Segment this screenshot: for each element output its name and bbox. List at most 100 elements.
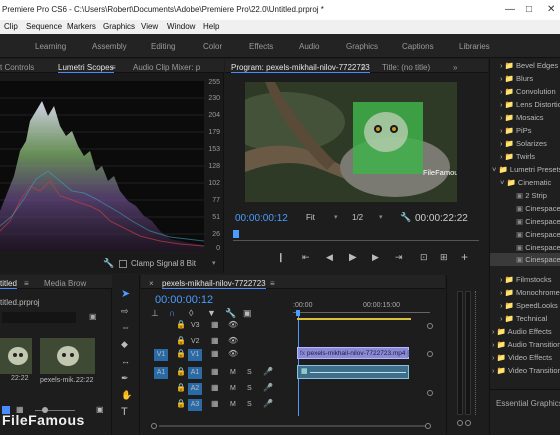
eye-icon[interactable]: 👁 <box>228 320 238 329</box>
tab-program[interactable]: Program: pexels-mikhail-nilov-7722723 <box>231 63 370 73</box>
microphone-icon[interactable]: 🎤 <box>263 367 273 376</box>
go-to-out-icon[interactable]: ⇥ <box>395 252 403 263</box>
tab-sequence[interactable]: pexels-mikhail-nilov-7722723 <box>162 279 266 289</box>
snap-icon[interactable]: ∩ <box>169 308 175 318</box>
bit-depth-select[interactable]: 8 Bit <box>180 259 196 268</box>
menu-icon[interactable]: ≡ <box>111 63 116 72</box>
menu-markers[interactable]: Markers <box>67 22 96 31</box>
lock-icon[interactable]: 🔒 <box>176 349 186 358</box>
track-select-tool-icon[interactable]: ⇨ <box>121 306 129 317</box>
sync-lock-icon[interactable]: ▦ <box>211 349 219 358</box>
settings-wrench-icon[interactable]: 🔧 <box>225 308 236 319</box>
effects-item[interactable]: › 📁 Mosaics <box>500 113 544 122</box>
video-clip[interactable]: fx pexels-mikhail-nilov-7722723.mp4 [V] <box>297 347 415 359</box>
selection-tool-icon[interactable]: ➤ <box>121 287 130 300</box>
source-patch-a1[interactable]: A1 <box>154 367 168 379</box>
effects-folder[interactable]: ˅ 📁 Lumetri Presets <box>492 165 560 174</box>
menu-help[interactable]: Help <box>203 22 219 31</box>
audio-clip[interactable]: ▦ <box>297 365 409 379</box>
add-marker-icon[interactable]: ▼ <box>207 308 216 318</box>
sync-lock-icon[interactable]: ▦ <box>211 336 219 345</box>
tab-media-browser[interactable]: Media Brow <box>44 279 86 288</box>
effects-item[interactable]: › 📁 Convolution <box>500 87 556 96</box>
sync-lock-icon[interactable]: ▦ <box>211 399 219 408</box>
program-scrubber[interactable] <box>233 235 479 241</box>
solo-button[interactable]: S <box>247 385 252 392</box>
work-area-bar[interactable] <box>297 318 411 320</box>
close-icon[interactable]: ✕ <box>547 4 555 15</box>
new-bin-icon[interactable]: ▣ <box>89 312 97 321</box>
timeline-scrollbar[interactable] <box>151 423 431 429</box>
workspace-effects[interactable]: Effects <box>249 42 273 51</box>
tab-lumetri-scopes[interactable]: Lumetri Scopes <box>58 63 114 73</box>
sequence-thumbnail[interactable] <box>40 338 95 374</box>
effects-item[interactable]: › 📁 Monochrome <box>500 288 560 297</box>
maximize-icon[interactable]: □ <box>526 4 532 15</box>
preset-item[interactable]: ▣ 2 Strip <box>516 191 547 200</box>
preset-item-selected[interactable]: ▣ Cinespace <box>516 255 560 264</box>
effects-item[interactable]: › 📁 SpeedLooks <box>500 301 558 310</box>
effects-folder[interactable]: ˅ 📁 Cinematic <box>500 178 551 187</box>
effects-item[interactable]: › 📁 Blurs <box>500 74 533 83</box>
clip-thumbnail[interactable] <box>0 338 32 374</box>
preset-item[interactable]: ▣ Cinespace <box>516 243 560 252</box>
overwrite-icon[interactable]: ⊞ <box>440 252 448 263</box>
menu-icon[interactable]: ≡ <box>24 279 29 288</box>
tab-more[interactable]: » <box>453 63 457 72</box>
lock-icon[interactable]: 🔒 <box>176 399 186 408</box>
track-target-a3[interactable]: A3 <box>188 399 202 411</box>
preset-item[interactable]: ▣ Cinespace <box>516 230 560 239</box>
effects-item[interactable]: › 📁 Lens Distortion <box>500 100 560 109</box>
wrench-icon[interactable]: 🔧 <box>400 212 411 223</box>
effects-item[interactable]: › 📁 Filmstocks <box>500 275 551 284</box>
close-icon[interactable]: × <box>149 279 154 288</box>
lock-icon[interactable]: 🔒 <box>176 367 186 376</box>
chevron-down-icon[interactable]: ▾ <box>379 213 383 221</box>
sync-lock-icon[interactable]: ▦ <box>211 367 219 376</box>
search-input[interactable] <box>2 312 76 323</box>
workspace-assembly[interactable]: Assembly <box>92 42 127 51</box>
sync-lock-icon[interactable]: ▦ <box>211 320 219 329</box>
effects-category[interactable]: › 📁 Video Transitions <box>492 366 560 375</box>
eye-icon[interactable]: 👁 <box>228 349 238 358</box>
pen-tool-icon[interactable]: ✒ <box>121 373 129 384</box>
track-target-v1[interactable]: V1 <box>188 349 202 361</box>
preset-item[interactable]: ▣ Cinespace <box>516 217 560 226</box>
lock-icon[interactable]: 🔒 <box>176 336 186 345</box>
effects-item[interactable]: › 📁 Technical <box>500 314 547 323</box>
tab-audio-clip-mixer[interactable]: Audio Clip Mixer: p <box>133 63 200 72</box>
tab-title[interactable]: Title: (no title) <box>382 63 430 72</box>
add-button-icon[interactable]: + <box>461 250 468 264</box>
effects-category[interactable]: › 📁 Audio Transitions <box>492 340 560 349</box>
linked-selection-icon[interactable]: ◊ <box>189 308 193 318</box>
workspace-graphics[interactable]: Graphics <box>346 42 378 51</box>
lock-icon[interactable]: 🔒 <box>176 383 186 392</box>
sync-lock-icon[interactable]: ▦ <box>211 383 219 392</box>
solo-button[interactable]: S <box>247 401 252 408</box>
solo-button[interactable]: S <box>247 369 252 376</box>
mute-button[interactable]: M <box>230 385 236 392</box>
hand-tool-icon[interactable]: ✋ <box>121 390 132 401</box>
workspace-captions[interactable]: Captions <box>402 42 434 51</box>
track-target-a2[interactable]: A2 <box>188 383 202 395</box>
solo-left-icon[interactable] <box>457 420 463 426</box>
minimize-icon[interactable]: — <box>505 4 515 15</box>
track-target-a1[interactable]: A1 <box>188 367 202 379</box>
effects-item[interactable]: › 📁 Twirls <box>500 152 535 161</box>
scroll-handle[interactable] <box>427 323 433 329</box>
preset-item[interactable]: ▣ Cinespace <box>516 204 560 213</box>
effects-item[interactable]: › 📁 Bevel Edges <box>500 61 558 70</box>
mark-in-icon[interactable]: ❙ <box>277 252 285 263</box>
scroll-handle[interactable] <box>427 390 433 396</box>
playhead[interactable] <box>233 230 239 238</box>
wrench-icon[interactable]: 🔧 <box>103 258 114 269</box>
resolution-select[interactable]: 1/2 <box>352 213 363 222</box>
menu-sequence[interactable]: Sequence <box>26 22 62 31</box>
timeline-timecode[interactable]: 00:00:00:12 <box>155 294 213 306</box>
scrollbar-left-handle[interactable] <box>151 423 157 429</box>
mute-button[interactable]: M <box>230 369 236 376</box>
step-back-icon[interactable]: ◀ <box>326 252 333 263</box>
menu-window[interactable]: Window <box>167 22 195 31</box>
menu-icon[interactable]: ≡ <box>361 63 366 72</box>
type-tool-icon[interactable]: T <box>121 406 128 418</box>
